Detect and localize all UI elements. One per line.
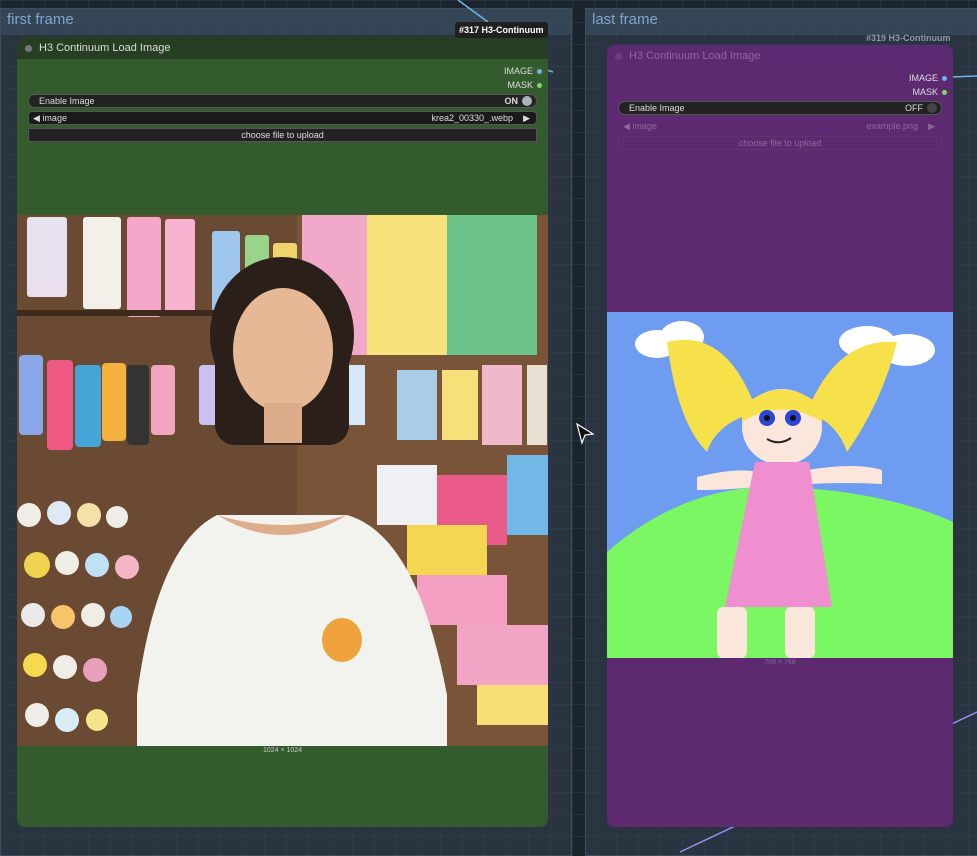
arrow-right-icon[interactable]: ▶ — [523, 113, 530, 123]
image-size-label: 768 × 768 — [764, 659, 796, 666]
arrow-left-icon[interactable]: ◀ — [623, 121, 630, 131]
node-title: H3 Continuum Load Image — [629, 50, 761, 62]
node-header[interactable]: H3 Continuum Load Image — [607, 45, 953, 67]
collapse-dot-icon[interactable] — [25, 44, 32, 52]
toggle-value: OFF — [905, 102, 923, 113]
output-image[interactable]: IMAGE — [909, 73, 947, 83]
output-mask[interactable]: MASK — [912, 87, 947, 97]
mouse-cursor-icon — [576, 423, 595, 445]
toggle-value: ON — [504, 95, 519, 106]
collapse-dot-icon[interactable] — [615, 52, 622, 60]
image-combo[interactable]: ◀ image krea2_00330_.webp ▶ — [28, 111, 537, 125]
enable-image-toggle[interactable]: Enable Image OFF — [618, 101, 942, 115]
node-header[interactable]: H3 Continuum Load Image — [17, 37, 548, 59]
upload-button[interactable]: choose file to upload — [618, 136, 942, 150]
node-id-badge: #319 H3-Continuum — [866, 33, 951, 43]
toggle-knob-icon — [522, 96, 532, 107]
node-id-badge: #317 H3-Continuum — [455, 22, 548, 38]
node-title: H3 Continuum Load Image — [39, 42, 171, 54]
toggle-knob-icon — [927, 103, 937, 114]
load-image-node-first[interactable]: H3 Continuum Load Image IMAGE MASK Enabl… — [17, 37, 548, 827]
image-socket-icon[interactable] — [942, 75, 947, 81]
group-title: last frame — [592, 11, 658, 28]
output-mask[interactable]: MASK — [507, 80, 542, 90]
group-title: first frame — [7, 11, 74, 28]
mask-socket-icon[interactable] — [537, 82, 542, 88]
load-image-node-last[interactable]: H3 Continuum Load Image IMAGE MASK Enabl… — [607, 45, 953, 827]
image-socket-icon[interactable] — [537, 68, 542, 74]
image-preview — [607, 312, 953, 658]
image-size-label: 1024 × 1024 — [262, 747, 303, 754]
output-image[interactable]: IMAGE — [504, 66, 542, 76]
mask-socket-icon[interactable] — [942, 89, 947, 95]
image-combo[interactable]: ◀ image example.png ▶ — [618, 119, 942, 133]
arrow-left-icon[interactable]: ◀ — [33, 113, 40, 123]
image-preview — [17, 215, 548, 746]
upload-button[interactable]: choose file to upload — [28, 128, 537, 142]
enable-image-toggle[interactable]: Enable Image ON — [28, 94, 537, 108]
arrow-right-icon[interactable]: ▶ — [928, 121, 935, 131]
